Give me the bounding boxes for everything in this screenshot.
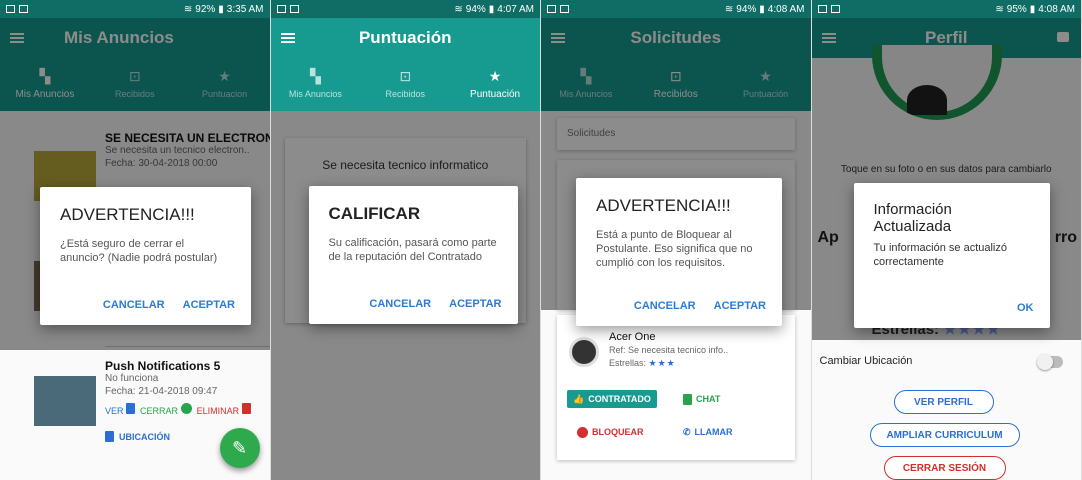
close-circle-icon (180, 403, 192, 414)
dialog-message: Está a punto de Bloquear al Postulante. … (596, 229, 753, 269)
dialog-title: Información Actualizada (873, 201, 952, 235)
applicant-rating: Estrellas: ★★★ (609, 358, 676, 368)
page-title: Puntuación (358, 28, 452, 47)
screen-mis-anuncios: ≋ 92% ▮ 3:35 AM Mis Anuncios ▚ Mis Anuncios … (0, 0, 271, 480)
thumbs-up-icon: 👍 (573, 393, 585, 404)
info-dialog: Información Actualizada Tu información s… (853, 183, 1050, 328)
battery-icon: ▮ (1029, 3, 1036, 15)
menu-icon[interactable] (280, 33, 295, 43)
dialog-title: ADVERTENCIA!!! (60, 205, 195, 224)
ver-perfil-button[interactable]: VER PERFIL (893, 390, 994, 414)
chat-button[interactable]: CHAT (677, 390, 726, 408)
screen-perfil: ≋ 95% ▮ 4:08 AM Perfil Toque en su foto o e… (811, 0, 1082, 480)
chat-icon (683, 393, 692, 405)
item-description: No funciona (105, 373, 159, 384)
tab-puntuacion[interactable]: ★ Puntuación (450, 58, 540, 111)
cambiar-ubicacion-label: Cambiar Ubicación (819, 355, 913, 367)
cerrar-button[interactable]: CERRAR (140, 403, 192, 416)
contratado-button[interactable]: 👍 CONTRATADO (567, 390, 657, 408)
applicant-name: Acer One (609, 331, 656, 343)
status-bar: ≋ 94% ▮ 4:07 AM (270, 0, 540, 18)
dialog-title: ADVERTENCIA!!! (596, 196, 731, 215)
wifi-icon: ≋ (183, 3, 193, 15)
status-bar: ≋ 95% ▮ 4:08 AM (811, 0, 1081, 18)
item-date: Fecha: 21-04-2018 09:47 (105, 386, 218, 397)
phone-icon: ✆ (683, 426, 691, 437)
battery-icon: ▮ (488, 3, 495, 15)
wifi-icon: ≋ (724, 3, 734, 15)
tab-recibidos[interactable]: ⊡ Recibidos (360, 58, 450, 111)
applicant-ref: Ref: Se necesita tecnico info.. (609, 345, 729, 355)
battery-icon: ▮ (759, 3, 765, 15)
map-icon (105, 431, 114, 442)
llamar-button[interactable]: ✆ LLAMAR (677, 423, 739, 441)
confirm-dialog: ADVERTENCIA!!! ¿Está seguro de cerrar el… (40, 187, 251, 325)
accept-button[interactable]: ACEPTAR (714, 300, 766, 312)
dialog-title: CALIFICAR (328, 204, 421, 223)
block-dialog: ADVERTENCIA!!! Está a punto de Bloquear … (576, 178, 782, 326)
ubicacion-button[interactable]: UBICACIÓN (105, 431, 170, 442)
rate-dialog: CALIFICAR Su calificación, pasará como p… (308, 186, 518, 324)
edit-fab[interactable]: ✎ (219, 428, 260, 468)
screen-solicitudes: ≋ 94% ▮ 4:08 AM Solicitudes ▚ Mis Anuncios ⊡… (541, 0, 812, 480)
avatar (569, 337, 599, 367)
ok-button[interactable]: OK (1017, 302, 1034, 314)
block-icon (577, 426, 588, 438)
book-icon: ▚ (310, 69, 321, 85)
ampliar-curriculum-button[interactable]: AMPLIAR CURRICULUM (869, 423, 1020, 447)
document-icon (126, 403, 136, 414)
dialog-message: Tu información se actualizó correctament… (873, 242, 1008, 268)
accept-button[interactable]: ACEPTAR (183, 299, 235, 311)
bloquear-button[interactable]: BLOQUEAR (571, 423, 650, 441)
cancel-button[interactable]: CANCELAR (103, 299, 165, 311)
pencil-icon: ✎ (231, 437, 248, 458)
applicant-card[interactable]: Acer One Ref: Se necesita tecnico info..… (557, 315, 795, 460)
trash-icon (241, 403, 251, 414)
dialog-message: Su calificación, pasará como parte de la… (328, 237, 497, 263)
cerrar-sesion-button[interactable]: CERRAR SESIÓN (883, 456, 1006, 480)
item-title: Push Notifications 5 (105, 359, 221, 373)
ver-button[interactable]: VER (105, 403, 136, 416)
wifi-icon: ≋ (995, 3, 1004, 15)
open-book-icon: ⊡ (399, 69, 412, 85)
star-icon: ★ (488, 68, 502, 85)
item-actions: VER CERRAR ELIMINAR (105, 403, 251, 416)
tab-bar: ▚ Mis Anuncios ⊡ Recibidos ★ Puntuación (270, 58, 540, 111)
wifi-icon: ≋ (454, 3, 463, 15)
ubicacion-toggle[interactable] (1037, 354, 1063, 370)
eliminar-button[interactable]: ELIMINAR (197, 403, 251, 416)
item-thumbnail (34, 376, 96, 426)
screen-puntuacion: ≋ 94% ▮ 4:07 AM Puntuación ▚ Mis Anuncios ⊡ R… (270, 0, 541, 480)
cancel-button[interactable]: CANCELAR (634, 300, 696, 312)
app-bar: Puntuación (270, 18, 540, 58)
status-bar: ≋ 94% ▮ 4:08 AM (541, 0, 811, 18)
accept-button[interactable]: ACEPTAR (449, 298, 501, 310)
dialog-message: ¿Está seguro de cerrar el anuncio? (Nadi… (60, 238, 218, 264)
status-bar: ≋ 92% ▮ 3:35 AM (0, 0, 270, 18)
battery-icon: ▮ (218, 3, 224, 15)
cancel-button[interactable]: CANCELAR (369, 298, 431, 310)
tab-mis-anuncios[interactable]: ▚ Mis Anuncios (271, 58, 361, 111)
